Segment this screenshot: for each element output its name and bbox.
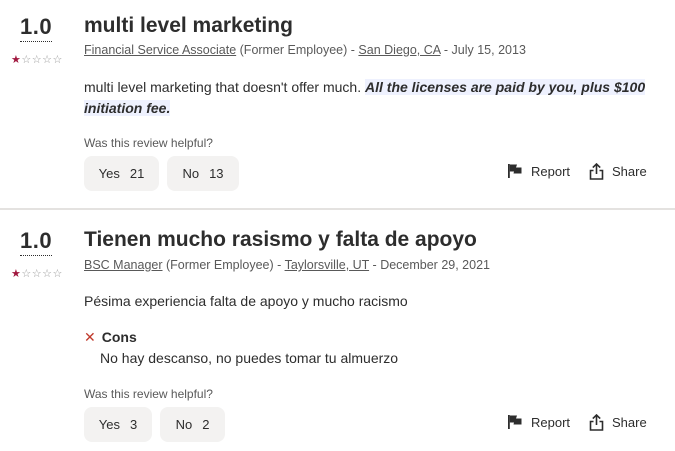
star-empty-icon: ☆ xyxy=(52,268,63,280)
location-link[interactable]: Taylorsville, UT xyxy=(285,258,370,272)
flag-icon xyxy=(508,164,522,178)
report-label: Report xyxy=(531,414,571,430)
share-icon xyxy=(589,414,604,431)
x-icon: ✕ xyxy=(84,329,96,345)
star-empty-icon: ☆ xyxy=(52,54,63,66)
location-link[interactable]: San Diego, CA xyxy=(358,43,440,57)
no-count: 13 xyxy=(209,166,224,181)
review-body: multi level marketing that doesn't offer… xyxy=(84,79,365,95)
job-title-link[interactable]: Financial Service Associate xyxy=(84,43,236,57)
meta-separator: - xyxy=(347,43,359,57)
review-date: December 29, 2021 xyxy=(380,258,490,272)
review-meta: BSC Manager (Former Employee) - Taylorsv… xyxy=(84,258,490,272)
star-empty-icon: ☆ xyxy=(31,268,43,280)
no-count: 2 xyxy=(202,417,210,432)
yes-label: Yes xyxy=(98,166,120,181)
star-filled-icon: ★ xyxy=(11,268,22,280)
star-empty-icon: ☆ xyxy=(42,54,53,66)
meta-separator: - xyxy=(440,43,452,57)
share-button[interactable]: Share xyxy=(589,163,647,180)
report-button[interactable]: Report xyxy=(507,163,570,179)
review-body: Pésima experiencia falta de apoyo y much… xyxy=(84,293,408,309)
share-label: Share xyxy=(612,164,647,179)
review-title[interactable]: multi level marketing xyxy=(84,14,293,38)
rating-stars: ★☆☆☆☆ xyxy=(11,54,63,66)
share-button[interactable]: Share xyxy=(589,414,647,431)
no-label: No xyxy=(175,417,193,432)
rating-value: 1.0 xyxy=(20,228,53,256)
review-meta: Financial Service Associate (Former Empl… xyxy=(84,43,526,57)
share-label: Share xyxy=(612,415,647,430)
no-button[interactable]: No 2 xyxy=(160,407,225,442)
star-empty-icon: ☆ xyxy=(31,54,43,66)
review-text: multi level marketing that doesn't offer… xyxy=(84,77,654,119)
yes-button[interactable]: Yes 21 xyxy=(84,156,159,191)
review-card: 1.0 ★☆☆☆☆ Tienen mucho rasismo y falta d… xyxy=(0,210,675,451)
yes-count: 3 xyxy=(129,417,138,432)
employment-status: (Former Employee) xyxy=(239,43,348,57)
star-empty-icon: ☆ xyxy=(21,268,32,280)
cons-text: No hay descanso, no puedes tomar tu almu… xyxy=(100,350,399,366)
cons-label: Cons xyxy=(101,329,137,345)
employment-status: (Former Employee) xyxy=(166,258,274,272)
review-date: July 15, 2013 xyxy=(451,43,526,57)
no-button[interactable]: No 13 xyxy=(167,156,239,191)
review-card: 1.0 ★☆☆☆☆ multi level marketing Financia… xyxy=(0,0,675,208)
rating-stars: ★☆☆☆☆ xyxy=(11,268,63,280)
star-empty-icon: ☆ xyxy=(21,54,32,66)
rating-value: 1.0 xyxy=(20,14,53,42)
star-empty-icon: ☆ xyxy=(42,268,53,280)
flag-icon xyxy=(508,415,522,429)
report-label: Report xyxy=(531,163,571,179)
star-filled-icon: ★ xyxy=(11,54,22,66)
meta-separator: - xyxy=(273,258,285,272)
meta-separator: - xyxy=(369,258,381,272)
no-label: No xyxy=(182,166,200,181)
helpful-prompt: Was this review helpful? xyxy=(84,387,213,401)
yes-button[interactable]: Yes 3 xyxy=(84,407,152,442)
cons-heading: ✕ Cons xyxy=(84,329,137,346)
yes-label: Yes xyxy=(98,417,120,432)
yes-count: 21 xyxy=(129,166,145,181)
report-button[interactable]: Report xyxy=(507,414,570,430)
review-title[interactable]: Tienen mucho rasismo y falta de apoyo xyxy=(84,228,477,252)
job-title-link[interactable]: BSC Manager xyxy=(84,258,163,272)
share-icon xyxy=(589,163,604,180)
helpful-prompt: Was this review helpful? xyxy=(84,136,213,150)
